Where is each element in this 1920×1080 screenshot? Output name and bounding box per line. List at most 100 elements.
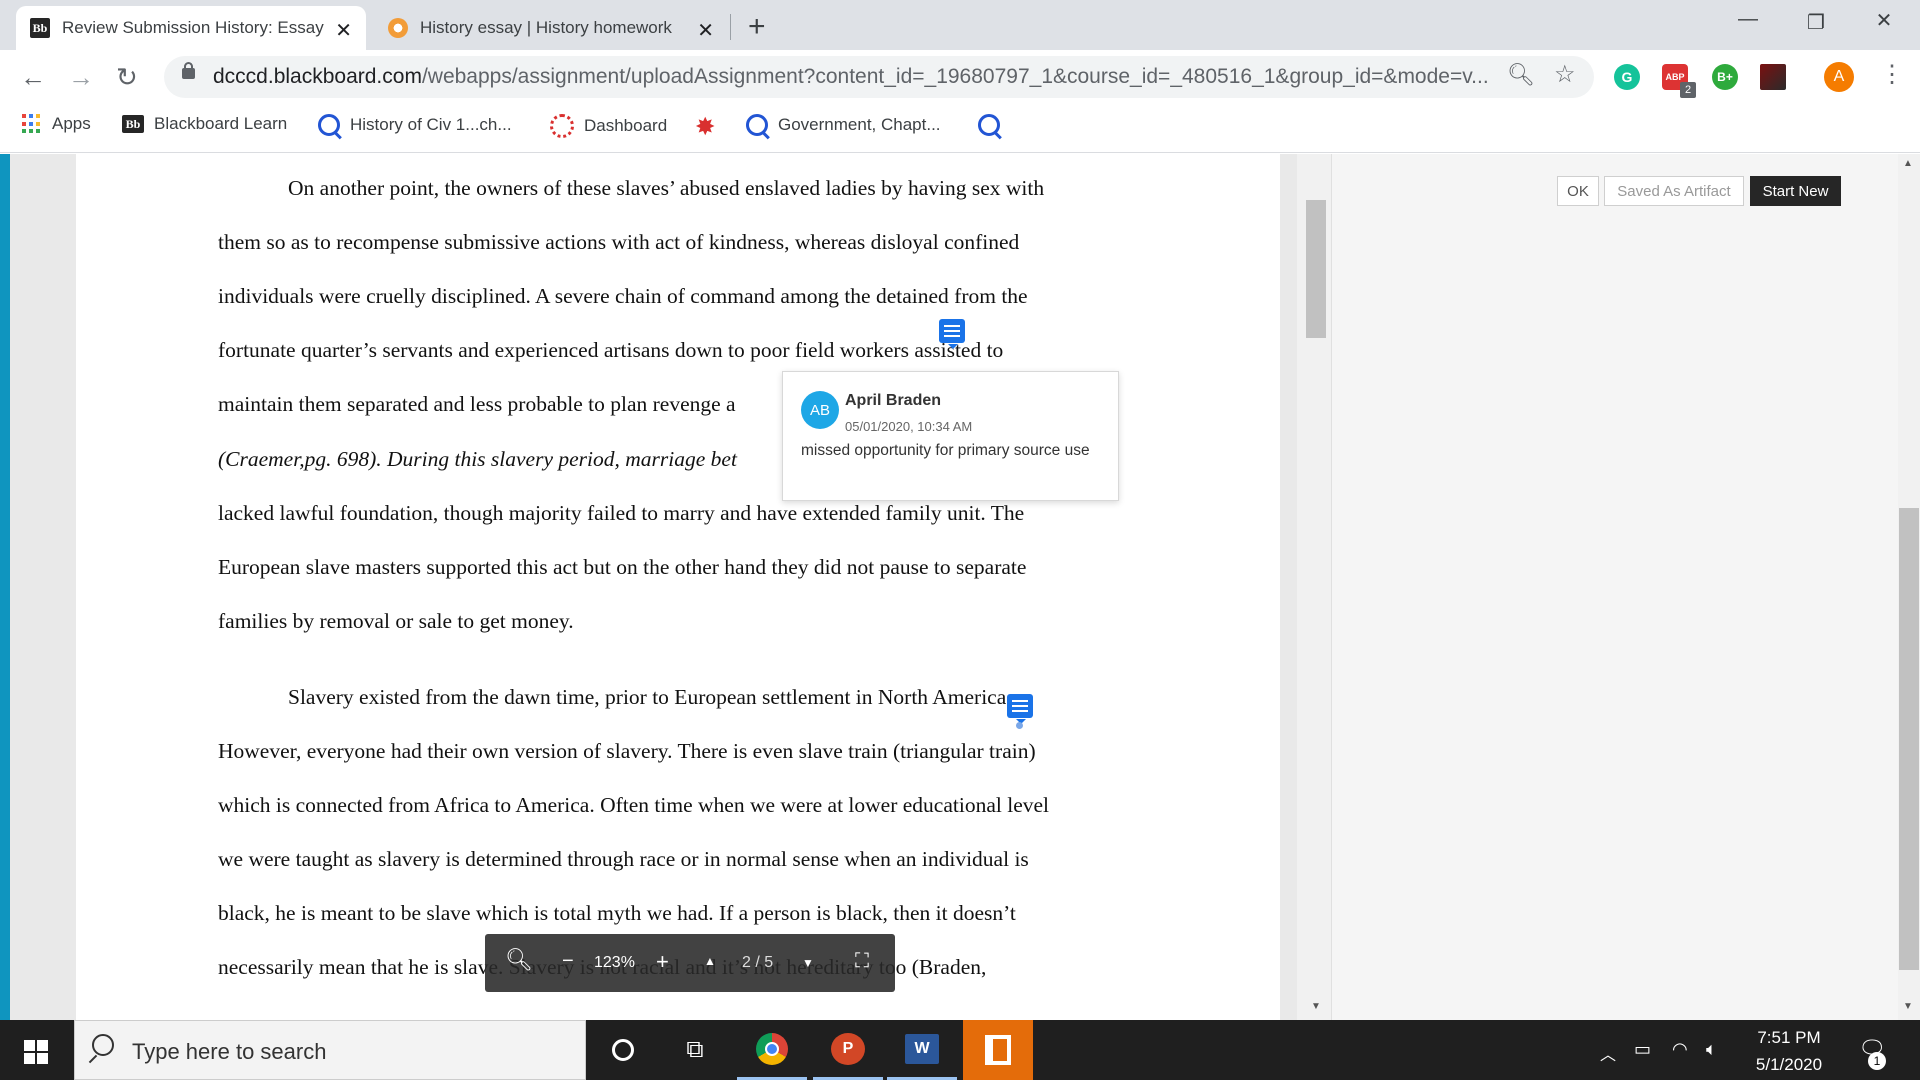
quizlet-icon [746,114,768,136]
text-line: individuals were cruelly disciplined. A … [218,284,1028,308]
system-clock[interactable]: 7:51 PM 5/1/2020 [1748,1024,1830,1078]
saved-as-artifact-button[interactable]: Saved As Artifact [1604,176,1744,206]
tab-divider [730,14,731,40]
clock-date: 5/1/2020 [1755,1055,1823,1074]
bookmark-mcgraw[interactable]: ✸ [696,114,724,140]
comment-avatar: AB [801,391,839,429]
coursehero-favicon-icon [388,18,408,38]
show-hidden-icons-icon[interactable]: ︿ [1600,1041,1616,1065]
zoom-level: 123% [594,954,635,971]
word-taskbar-icon[interactable]: W [887,1020,957,1080]
start-new-button[interactable]: Start New [1750,176,1841,206]
grammarly-extension-icon[interactable]: G [1614,64,1640,90]
bookmark-government[interactable]: Government, Chapt... [746,114,941,136]
bookmark-history-civ[interactable]: History of Civ 1...ch... [318,114,512,136]
quizlet-icon [978,114,1000,136]
previous-page-icon[interactable]: ▲ [704,954,716,968]
document-scrollbar-thumb[interactable] [1306,200,1326,338]
battery-icon[interactable]: ▭ [1634,1039,1651,1060]
chrome-taskbar-icon[interactable] [737,1020,807,1080]
left-accent-bar [0,154,10,1020]
volume-icon[interactable]: 🔈︎ [1706,1039,1717,1060]
url-path: /webapps/assignment/uploadAssignment?con… [421,65,1489,88]
search-icon [92,1034,114,1056]
text-line: European slave masters supported this ac… [218,555,1027,579]
tab-title: Review Submission History: Essay [62,18,324,37]
bookmark-star-icon[interactable]: ☆ [1554,60,1576,89]
window-close-icon[interactable]: ✕ [1864,8,1904,33]
text-line: black, he is meant to be slave which is … [218,901,1016,925]
text-line: Slavery existed from the dawn time, prio… [288,685,1012,709]
mcgraw-hill-icon: ✸ [696,114,715,139]
back-icon[interactable]: ← [20,62,46,93]
comment-text: missed opportunity for primary source us… [801,442,1090,459]
wifi-icon[interactable]: ◠ [1672,1039,1688,1060]
zoom-icon[interactable]: 🔍︎ [1507,62,1535,88]
text-line: them so as to recompense submissive acti… [218,230,1020,254]
bookmark-blackboard-learn[interactable]: Bb Blackboard Learn [122,114,287,134]
comment-date: 05/01/2020, 10:34 AM [845,419,973,434]
tab-close-icon[interactable]: ✕ [335,18,352,43]
quizlet-icon [318,114,340,136]
zoom-out-icon[interactable]: − [562,950,574,973]
text-line: fortunate quarter’s servants and experie… [218,338,1004,362]
task-view-icon[interactable]: ⧉ [660,1020,730,1080]
bookmark-label: Dashboard [584,116,668,135]
minimize-icon[interactable]: — [1728,8,1768,31]
comment-popup [782,371,1119,501]
pdf-toolbar [485,934,895,992]
side-panel [1331,154,1901,1020]
scroll-up-arrow-icon[interactable]: ▲ [1903,158,1913,169]
windows-start-icon[interactable] [24,1040,48,1064]
profile-avatar[interactable]: A [1824,62,1854,92]
extension-badge: 2 [1680,82,1696,98]
scroll-down-arrow-icon[interactable]: ▼ [1903,1001,1913,1012]
extension-icon[interactable] [1760,64,1786,90]
clock-time: 7:51 PM [1757,1028,1821,1047]
lock-shackle [184,62,193,71]
comment-author: April Braden [845,392,942,409]
reload-icon[interactable]: ↻ [116,62,138,93]
bplus-extension-icon[interactable]: B+ [1712,64,1738,90]
bookmark-label: Blackboard Learn [154,114,288,133]
bookmark-apps[interactable]: Apps [22,114,91,134]
blackboard-favicon-icon: Bb [30,18,50,38]
text-line: which is connected from Africa to Americ… [218,793,1050,817]
comment-marker-icon[interactable] [939,319,965,349]
tab-title: History essay | History homework [420,18,672,37]
cortana-icon[interactable] [588,1020,658,1080]
next-page-icon[interactable]: ▼ [802,956,814,970]
ok-button[interactable]: OK [1557,176,1599,206]
fullscreen-icon[interactable]: ⛶ [855,950,869,973]
url-text[interactable]: dcccd.blackboard.com/webapps/assignment/… [213,65,1489,89]
comment-anchor-dot [1016,722,1023,729]
office-taskbar-icon[interactable] [963,1020,1033,1080]
text-line: maintain them separated and less probabl… [218,392,736,416]
taskbar-search-placeholder: Type here to search [132,1039,327,1064]
tab-close-icon[interactable]: ✕ [697,18,714,43]
bookmark-label: Government, Chapt... [778,115,941,134]
text-line: (Craemer,pg. 698). During this slavery p… [218,447,737,471]
scroll-down-arrow-icon[interactable]: ▼ [1311,1001,1321,1012]
zoom-in-icon[interactable]: + [656,949,669,975]
bookmark-dashboard[interactable]: Dashboard [550,114,667,138]
search-icon[interactable]: 🔍︎ [505,947,533,973]
dashboard-icon [550,114,574,138]
tab-history-essay[interactable]: History essay | History homework ✕ [374,6,728,50]
comment-marker-icon[interactable] [1007,694,1033,724]
powerpoint-taskbar-icon[interactable]: P [813,1020,883,1080]
blackboard-icon: Bb [122,115,144,133]
restore-icon[interactable]: ❐ [1796,10,1836,35]
tab-review-submission[interactable]: Bb Review Submission History: Essay ✕ [16,6,366,50]
menu-kebab-icon[interactable]: ⋮ [1880,60,1904,89]
page-scrollbar-thumb[interactable] [1899,508,1919,970]
notification-count-badge: 1 [1868,1052,1886,1070]
apps-grid-icon [22,114,42,134]
bookmark-label: Apps [52,114,91,133]
bookmark-quizlet[interactable] [978,114,1010,136]
new-tab-icon[interactable]: + [748,10,766,44]
url-host: dcccd.blackboard.com [213,65,422,88]
text-line: families by removal or sale to get money… [218,609,574,633]
forward-icon[interactable]: → [68,62,94,93]
text-line: lacked lawful foundation, though majorit… [218,501,1025,525]
